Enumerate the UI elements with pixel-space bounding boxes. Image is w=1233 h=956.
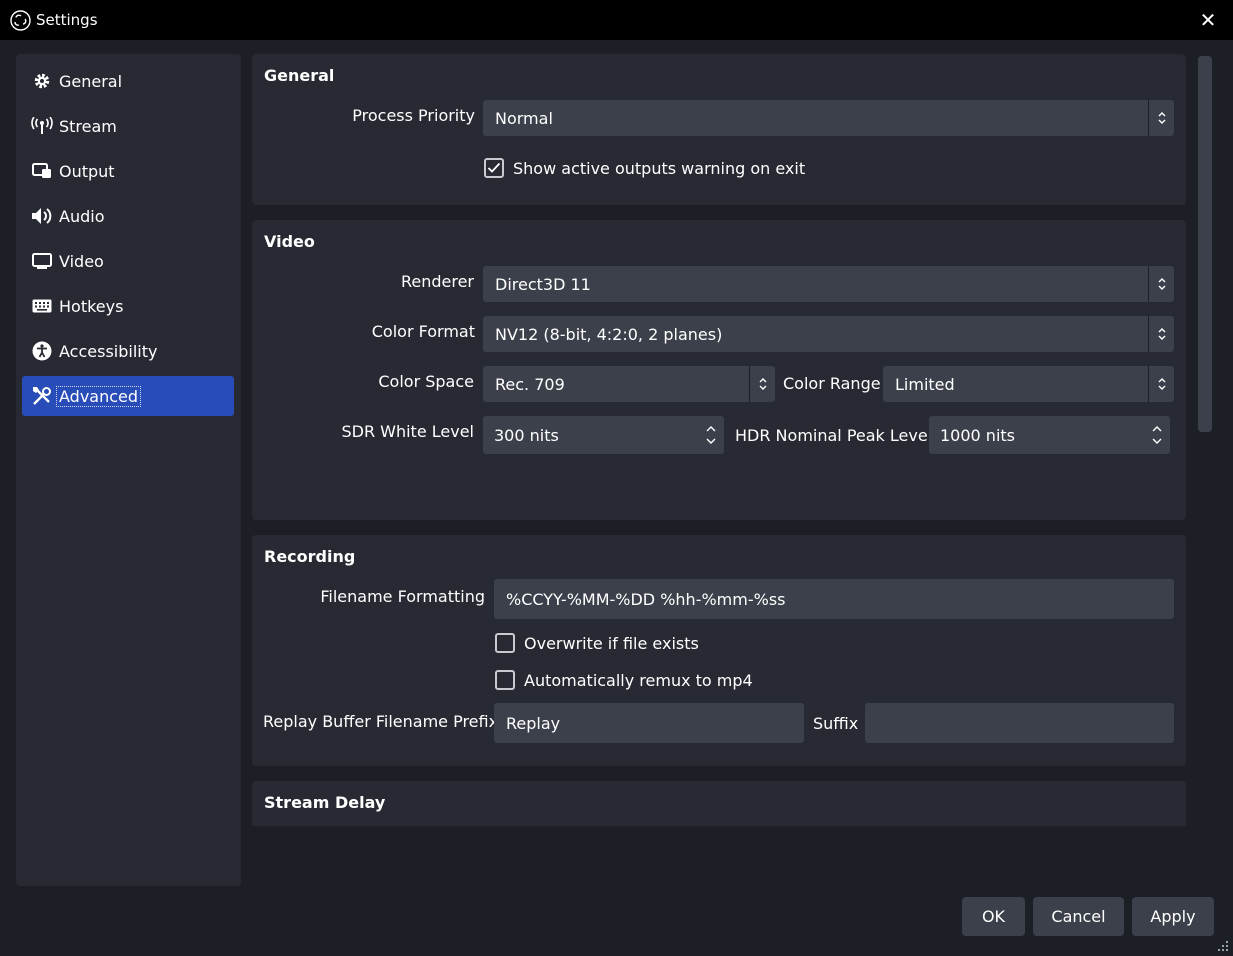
color-range-select[interactable]: Limited: [883, 366, 1174, 402]
spin-arrows-icon[interactable]: [698, 416, 724, 454]
replay-prefix-value: Replay: [506, 713, 561, 733]
hdr-peak-label: HDR Nominal Peak Level: [735, 426, 933, 445]
process-priority-label: Process Priority: [352, 106, 475, 125]
show-warning-label: Show active outputs warning on exit: [513, 158, 806, 178]
renderer-select[interactable]: Direct3D 11: [483, 266, 1174, 302]
color-range-value: Limited: [895, 374, 955, 394]
renderer-label: Renderer: [400, 272, 474, 291]
video-group: Video Renderer Direct3D 11 Color Format …: [252, 220, 1186, 520]
sidebar-item-general[interactable]: General: [22, 61, 234, 101]
sidebar-item-advanced[interactable]: Advanced: [22, 376, 234, 416]
sidebar-item-hotkeys[interactable]: Hotkeys: [22, 286, 234, 326]
monitor-icon: [31, 250, 53, 272]
output-icon: [31, 160, 53, 182]
suffix-input[interactable]: [865, 703, 1174, 743]
process-priority-select[interactable]: Normal: [483, 100, 1174, 136]
resize-grip-icon[interactable]: [1217, 940, 1229, 952]
video-group-title: Video: [264, 232, 315, 251]
renderer-value: Direct3D 11: [495, 274, 591, 294]
spin-arrows-icon[interactable]: [1144, 416, 1170, 454]
color-space-select[interactable]: Rec. 709: [483, 366, 775, 402]
updown-arrows-icon: [749, 366, 775, 402]
checkbox-empty-icon: [495, 670, 515, 690]
title-bar: Settings ✕: [0, 0, 1233, 40]
replay-prefix-label: Replay Buffer Filename Prefix: [263, 712, 499, 731]
sidebar-item-audio[interactable]: Audio: [22, 196, 234, 236]
sidebar-item-label: Audio: [59, 206, 105, 226]
checkbox-empty-icon: [495, 633, 515, 653]
filename-formatting-input[interactable]: %CCYY-%MM-%DD %hh-%mm-%ss: [494, 579, 1174, 619]
filename-formatting-label: Filename Formatting: [320, 587, 485, 606]
obs-logo-icon: [10, 10, 31, 31]
accessibility-icon: [31, 340, 53, 362]
sidebar-item-label: Accessibility: [59, 341, 158, 361]
color-format-value: NV12 (8-bit, 4:2:0, 2 planes): [495, 324, 723, 344]
speaker-icon: [31, 205, 53, 227]
apply-button[interactable]: Apply: [1132, 897, 1214, 936]
updown-arrows-icon: [1148, 100, 1174, 136]
recording-group-title: Recording: [264, 547, 356, 566]
scrollbar-thumb[interactable]: [1198, 56, 1212, 432]
updown-arrows-icon: [1148, 316, 1174, 352]
sidebar-item-output[interactable]: Output: [22, 151, 234, 191]
sidebar-item-label: Video: [59, 251, 104, 271]
window-title: Settings: [36, 11, 98, 29]
broadcast-icon: [31, 115, 53, 137]
sdr-white-label: SDR White Level: [341, 422, 474, 441]
close-icon[interactable]: ✕: [1199, 10, 1217, 30]
recording-group: Recording Filename Formatting %CCYY-%MM-…: [252, 535, 1186, 766]
sidebar-item-label: General: [59, 71, 123, 91]
overwrite-checkbox[interactable]: Overwrite if file exists: [495, 633, 699, 653]
sidebar-item-video[interactable]: Video: [22, 241, 234, 281]
sidebar-item-label: Hotkeys: [59, 296, 124, 316]
hdr-peak-spinbox[interactable]: 1000 nits: [929, 416, 1170, 454]
color-format-select[interactable]: NV12 (8-bit, 4:2:0, 2 planes): [483, 316, 1174, 352]
general-group-title: General: [264, 66, 335, 85]
suffix-label: Suffix: [813, 714, 859, 733]
stream-delay-group-title: Stream Delay: [264, 793, 386, 812]
remux-label: Automatically remux to mp4: [524, 670, 753, 690]
checkmark-icon: [484, 158, 504, 178]
remux-checkbox[interactable]: Automatically remux to mp4: [495, 670, 753, 690]
updown-arrows-icon: [1148, 266, 1174, 302]
color-format-label: Color Format: [371, 322, 475, 341]
keyboard-icon: [31, 295, 53, 317]
sdr-white-value: 300 nits: [494, 425, 559, 445]
sidebar-item-stream[interactable]: Stream: [22, 106, 234, 146]
sidebar-item-label: Advanced: [55, 385, 142, 407]
updown-arrows-icon: [1148, 366, 1174, 402]
ok-button[interactable]: OK: [962, 897, 1025, 936]
sdr-white-spinbox[interactable]: 300 nits: [483, 416, 724, 454]
process-priority-value: Normal: [495, 108, 553, 128]
settings-sidebar: General Stream Output Audio Video Hotkey…: [16, 54, 241, 886]
color-space-value: Rec. 709: [495, 374, 565, 394]
sidebar-item-label: Stream: [59, 116, 117, 136]
cancel-button[interactable]: Cancel: [1033, 897, 1124, 936]
hdr-peak-value: 1000 nits: [940, 425, 1015, 445]
tools-icon: [31, 385, 53, 407]
replay-prefix-input[interactable]: Replay: [494, 703, 804, 743]
stream-delay-group: Stream Delay: [252, 781, 1186, 826]
sidebar-item-accessibility[interactable]: Accessibility: [22, 331, 234, 371]
color-space-label: Color Space: [378, 372, 474, 391]
filename-formatting-value: %CCYY-%MM-%DD %hh-%mm-%ss: [506, 589, 786, 609]
sidebar-item-label: Output: [59, 161, 115, 181]
color-range-label: Color Range: [783, 374, 881, 393]
gear-icon: [31, 70, 53, 92]
show-warning-checkbox[interactable]: Show active outputs warning on exit: [484, 158, 805, 178]
overwrite-label: Overwrite if file exists: [524, 633, 699, 653]
general-group: General Process Priority Normal Show act…: [252, 54, 1186, 205]
settings-content: General Process Priority Normal Show act…: [252, 54, 1186, 826]
